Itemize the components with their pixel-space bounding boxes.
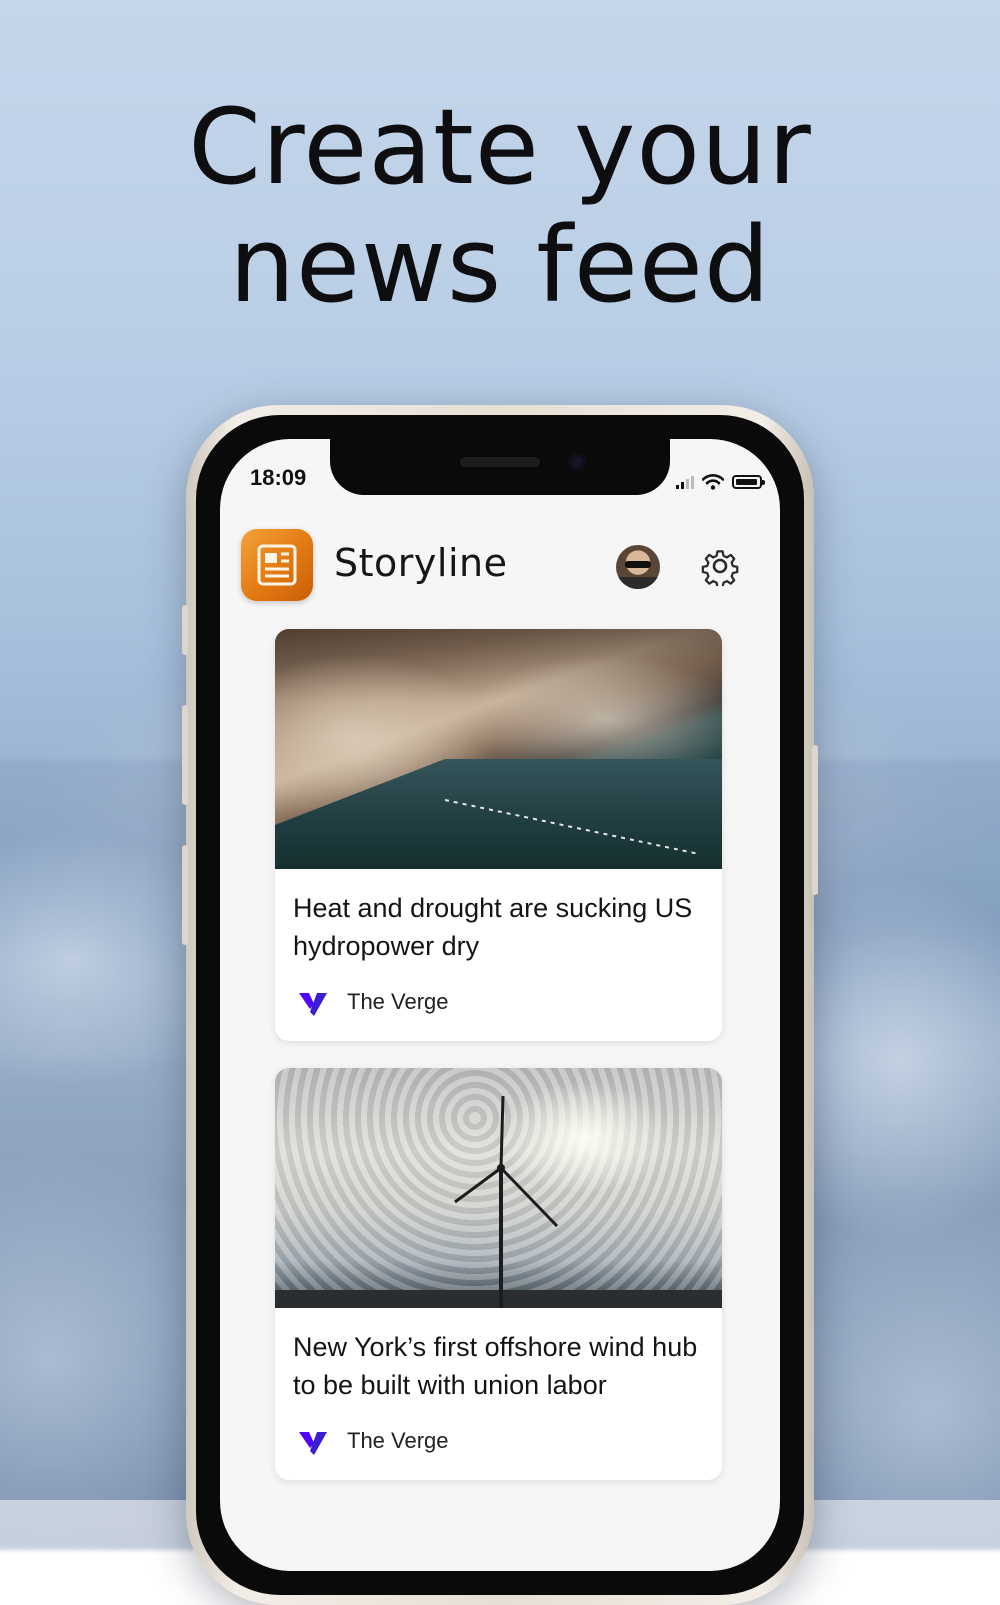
- status-time: 18:09: [250, 465, 307, 490]
- app-header: Storyline: [220, 529, 780, 601]
- phone-power-button: [812, 745, 818, 895]
- article-source: The Verge: [275, 965, 722, 1041]
- article-card[interactable]: New York’s first offshore wind hub to be…: [275, 1068, 722, 1480]
- source-name: The Verge: [347, 989, 449, 1014]
- phone-bezel: 18:09 Storyline Heat and drought are suc…: [196, 415, 804, 1595]
- speaker: [460, 457, 540, 467]
- article-title: New York’s first offshore wind hub to be…: [293, 1332, 698, 1400]
- settings-gear-icon[interactable]: [700, 546, 740, 586]
- article-card[interactable]: Heat and drought are sucking US hydropow…: [275, 629, 722, 1041]
- source-name: The Verge: [347, 1428, 449, 1453]
- newspaper-icon[interactable]: [241, 529, 313, 601]
- battery-icon: [732, 475, 765, 489]
- the-verge-logo-icon: [297, 1424, 331, 1458]
- status-icons: [676, 473, 765, 491]
- headline-line-1: Create your: [188, 86, 812, 208]
- headline-line-2: news feed: [229, 204, 771, 326]
- phone-volume-up: [182, 705, 188, 805]
- app-screen: 18:09 Storyline Heat and drought are suc…: [220, 439, 780, 1571]
- signal-icon: [676, 475, 694, 489]
- avatar[interactable]: [616, 545, 660, 589]
- wifi-icon: [702, 474, 724, 490]
- article-source: The Verge: [275, 1404, 722, 1480]
- phone-mockup: 18:09 Storyline Heat and drought are suc…: [182, 405, 818, 1605]
- front-camera: [568, 453, 586, 471]
- canyon-reservoir-photo: [275, 629, 722, 869]
- phone-silent-switch: [182, 605, 188, 655]
- app-title: Storyline: [334, 541, 508, 585]
- phone-volume-down: [182, 845, 188, 945]
- marketing-headline: Create your news feed: [0, 88, 1000, 324]
- notch: [330, 439, 670, 495]
- the-verge-logo-icon: [297, 985, 331, 1019]
- article-title: Heat and drought are sucking US hydropow…: [293, 893, 693, 961]
- offshore-wind-turbine-photo: [275, 1068, 722, 1308]
